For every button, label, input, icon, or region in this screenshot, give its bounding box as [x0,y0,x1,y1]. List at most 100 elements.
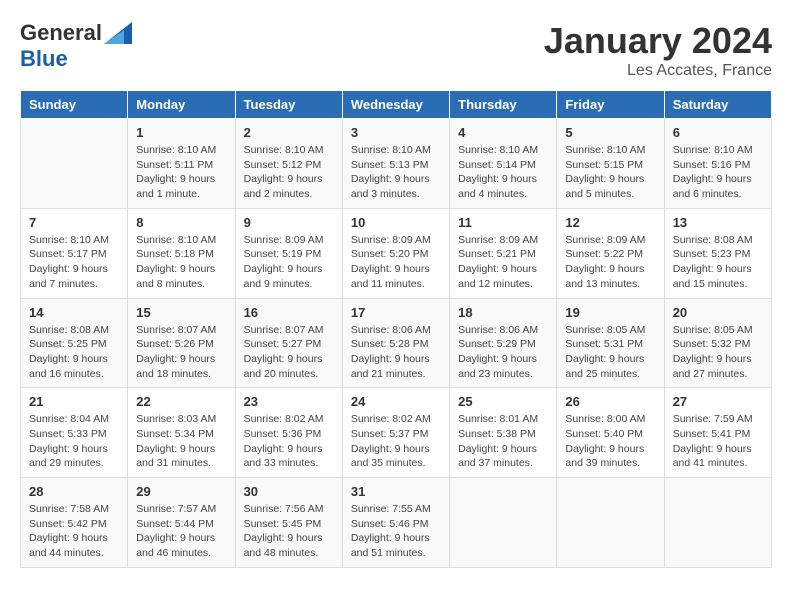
calendar-week-row: 28 Sunrise: 7:58 AMSunset: 5:42 PMDayligh… [21,478,772,568]
day-info: Sunrise: 8:03 AMSunset: 5:34 PMDaylight:… [136,412,226,471]
day-number: 12 [565,215,655,230]
day-info: Sunrise: 8:05 AMSunset: 5:32 PMDaylight:… [673,323,763,382]
day-number: 24 [351,394,441,409]
logo-icon [104,22,132,44]
title-block: January 2024 Les Accates, France [544,20,772,80]
day-info: Sunrise: 8:06 AMSunset: 5:28 PMDaylight:… [351,323,441,382]
calendar-cell: 24 Sunrise: 8:02 AMSunset: 5:37 PMDayligh… [342,388,449,478]
day-info: Sunrise: 8:05 AMSunset: 5:31 PMDaylight:… [565,323,655,382]
day-info: Sunrise: 8:07 AMSunset: 5:27 PMDaylight:… [244,323,334,382]
day-number: 6 [673,125,763,140]
day-info: Sunrise: 7:57 AMSunset: 5:44 PMDaylight:… [136,502,226,561]
day-info: Sunrise: 8:09 AMSunset: 5:19 PMDaylight:… [244,233,334,292]
calendar-cell: 30 Sunrise: 7:56 AMSunset: 5:45 PMDayligh… [235,478,342,568]
calendar-cell: 3 Sunrise: 8:10 AMSunset: 5:13 PMDaylight… [342,119,449,209]
calendar-cell: 18Sunrise: 8:06 AMSunset: 5:29 PMDayligh… [450,298,557,388]
calendar-week-row: 1 Sunrise: 8:10 AMSunset: 5:11 PMDaylight… [21,119,772,209]
calendar-cell: 28 Sunrise: 7:58 AMSunset: 5:42 PMDayligh… [21,478,128,568]
logo-blue-text: Blue [20,46,68,72]
calendar-cell: 31Sunrise: 7:55 AMSunset: 5:46 PMDayligh… [342,478,449,568]
calendar-week-row: 21 Sunrise: 8:04 AMSunset: 5:33 PMDayligh… [21,388,772,478]
day-info: Sunrise: 8:02 AMSunset: 5:37 PMDaylight:… [351,412,441,471]
day-info: Sunrise: 8:10 AMSunset: 5:11 PMDaylight:… [136,143,226,202]
day-info: Sunrise: 8:10 AMSunset: 5:14 PMDaylight:… [458,143,548,202]
day-info: Sunrise: 7:59 AMSunset: 5:41 PMDaylight:… [673,412,763,471]
day-info: Sunrise: 8:10 AMSunset: 5:15 PMDaylight:… [565,143,655,202]
calendar-cell: 4 Sunrise: 8:10 AMSunset: 5:14 PMDaylight… [450,119,557,209]
day-info: Sunrise: 8:09 AMSunset: 5:22 PMDaylight:… [565,233,655,292]
calendar-cell: 10 Sunrise: 8:09 AMSunset: 5:20 PMDayligh… [342,208,449,298]
day-number: 19 [565,305,655,320]
day-number: 5 [565,125,655,140]
day-number: 16 [244,305,334,320]
day-number: 28 [29,484,119,499]
calendar-cell: 22 Sunrise: 8:03 AMSunset: 5:34 PMDayligh… [128,388,235,478]
calendar-cell: 21 Sunrise: 8:04 AMSunset: 5:33 PMDayligh… [21,388,128,478]
day-number: 14 [29,305,119,320]
calendar-cell: 15 Sunrise: 8:07 AMSunset: 5:26 PMDayligh… [128,298,235,388]
calendar-cell: 25 Sunrise: 8:01 AMSunset: 5:38 PMDayligh… [450,388,557,478]
day-number: 22 [136,394,226,409]
day-number: 21 [29,394,119,409]
column-header-saturday: Saturday [664,91,771,119]
day-info: Sunrise: 7:58 AMSunset: 5:42 PMDaylight:… [29,502,119,561]
day-number: 29 [136,484,226,499]
calendar-week-row: 7Sunrise: 8:10 AMSunset: 5:17 PMDaylight… [21,208,772,298]
calendar-cell: 26 Sunrise: 8:00 AMSunset: 5:40 PMDayligh… [557,388,664,478]
calendar-table: SundayMondayTuesdayWednesdayThursdayFrid… [20,90,772,568]
calendar-cell [450,478,557,568]
day-info: Sunrise: 8:07 AMSunset: 5:26 PMDaylight:… [136,323,226,382]
day-number: 30 [244,484,334,499]
day-number: 31 [351,484,441,499]
month-title: January 2024 [544,20,772,62]
day-info: Sunrise: 8:02 AMSunset: 5:36 PMDaylight:… [244,412,334,471]
day-number: 27 [673,394,763,409]
day-info: Sunrise: 8:10 AMSunset: 5:13 PMDaylight:… [351,143,441,202]
day-info: Sunrise: 8:10 AMSunset: 5:12 PMDaylight:… [244,143,334,202]
day-number: 1 [136,125,226,140]
calendar-cell: 5 Sunrise: 8:10 AMSunset: 5:15 PMDaylight… [557,119,664,209]
day-number: 10 [351,215,441,230]
day-number: 15 [136,305,226,320]
logo: General Blue [20,20,132,72]
calendar-cell [664,478,771,568]
calendar-cell: 27 Sunrise: 7:59 AMSunset: 5:41 PMDayligh… [664,388,771,478]
day-info: Sunrise: 8:08 AMSunset: 5:23 PMDaylight:… [673,233,763,292]
day-info: Sunrise: 8:04 AMSunset: 5:33 PMDaylight:… [29,412,119,471]
day-info: Sunrise: 8:01 AMSunset: 5:38 PMDaylight:… [458,412,548,471]
calendar-cell: 14Sunrise: 8:08 AMSunset: 5:25 PMDayligh… [21,298,128,388]
day-number: 13 [673,215,763,230]
calendar-week-row: 14Sunrise: 8:08 AMSunset: 5:25 PMDayligh… [21,298,772,388]
calendar-cell: 7Sunrise: 8:10 AMSunset: 5:17 PMDaylight… [21,208,128,298]
day-info: Sunrise: 8:10 AMSunset: 5:16 PMDaylight:… [673,143,763,202]
calendar-cell: 17 Sunrise: 8:06 AMSunset: 5:28 PMDayligh… [342,298,449,388]
calendar-cell: 23Sunrise: 8:02 AMSunset: 5:36 PMDayligh… [235,388,342,478]
calendar-cell [557,478,664,568]
day-number: 8 [136,215,226,230]
day-number: 26 [565,394,655,409]
calendar-cell: 6 Sunrise: 8:10 AMSunset: 5:16 PMDaylight… [664,119,771,209]
column-header-sunday: Sunday [21,91,128,119]
day-number: 3 [351,125,441,140]
calendar-cell: 11Sunrise: 8:09 AMSunset: 5:21 PMDayligh… [450,208,557,298]
day-info: Sunrise: 8:09 AMSunset: 5:20 PMDaylight:… [351,233,441,292]
location: Les Accates, France [544,62,772,80]
calendar-cell: 8Sunrise: 8:10 AMSunset: 5:18 PMDaylight… [128,208,235,298]
calendar-cell: 2 Sunrise: 8:10 AMSunset: 5:12 PMDaylight… [235,119,342,209]
day-number: 2 [244,125,334,140]
column-header-thursday: Thursday [450,91,557,119]
day-number: 7 [29,215,119,230]
column-header-friday: Friday [557,91,664,119]
day-number: 25 [458,394,548,409]
day-number: 11 [458,215,548,230]
column-header-monday: Monday [128,91,235,119]
day-info: Sunrise: 8:00 AMSunset: 5:40 PMDaylight:… [565,412,655,471]
column-header-wednesday: Wednesday [342,91,449,119]
day-number: 9 [244,215,334,230]
calendar-cell: 13 Sunrise: 8:08 AMSunset: 5:23 PMDayligh… [664,208,771,298]
day-number: 4 [458,125,548,140]
day-number: 17 [351,305,441,320]
day-info: Sunrise: 7:56 AMSunset: 5:45 PMDaylight:… [244,502,334,561]
calendar-cell: 29 Sunrise: 7:57 AMSunset: 5:44 PMDayligh… [128,478,235,568]
calendar-cell: 1 Sunrise: 8:10 AMSunset: 5:11 PMDaylight… [128,119,235,209]
